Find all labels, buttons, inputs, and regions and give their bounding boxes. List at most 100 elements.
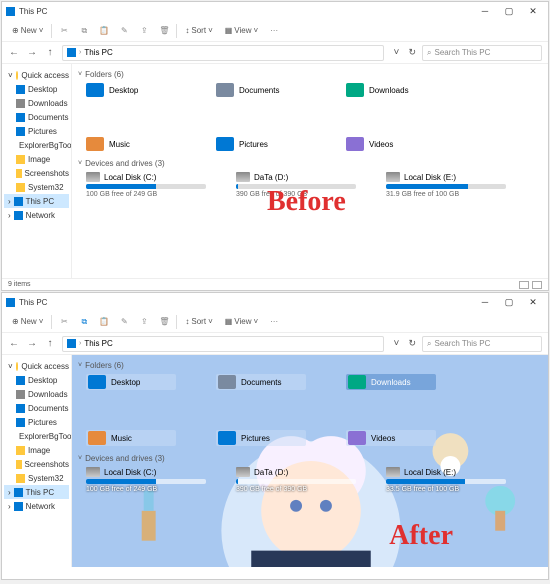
sidebar-item[interactable]: Image [4, 443, 69, 457]
folder-label: Desktop [109, 86, 138, 95]
drive-icon [236, 172, 250, 182]
status-bar: 9 items [2, 278, 548, 290]
section-drives[interactable]: ˅Devices and drives (3) [78, 159, 542, 168]
folder-item[interactable]: Videos [346, 430, 436, 446]
view-button[interactable]: ▦ View ˅ [221, 315, 262, 328]
delete-icon[interactable]: 🗑 [156, 314, 172, 330]
section-drives[interactable]: ˅Devices and drives (3) [78, 454, 542, 463]
section-folders[interactable]: ˅Folders (6) [78, 70, 542, 79]
sidebar-quick-access[interactable]: ˅Quick access [4, 359, 69, 373]
sidebar-quick-access[interactable]: ˅Quick access [4, 68, 69, 82]
close-button[interactable]: ✕ [524, 6, 542, 17]
drive-info: 33.5 GB free of 100 GB [386, 486, 506, 493]
folder-icon [16, 474, 25, 483]
drive-item[interactable]: DaTa (D:)390 GB free of 390 GB [236, 467, 356, 493]
chevron-right-icon: › [79, 49, 81, 56]
view-button[interactable]: ▦ View ˅ [221, 24, 262, 37]
up-button[interactable]: ↑ [44, 338, 56, 349]
folder-item[interactable]: Pictures [216, 430, 306, 446]
cut-icon[interactable]: ✂ [56, 314, 72, 330]
sidebar-item[interactable]: Image [4, 152, 69, 166]
new-button[interactable]: ⊕ New ˅ [8, 315, 47, 328]
dropdown-icon[interactable]: ˅ [390, 47, 402, 58]
up-button[interactable]: ↑ [44, 47, 56, 58]
close-button[interactable]: ✕ [524, 297, 542, 308]
drive-item[interactable]: Local Disk (C:)100 GB free of 249 GB [86, 467, 206, 493]
folder-item[interactable]: Desktop [86, 374, 176, 390]
path-field[interactable]: › This PC [62, 45, 384, 61]
minimize-button[interactable]: ─ [476, 6, 494, 17]
share-icon[interactable]: ⇪ [136, 23, 152, 39]
more-icon[interactable]: ⋯ [266, 314, 282, 330]
back-button[interactable]: ← [8, 338, 20, 349]
search-icon: ⌕ [427, 339, 431, 349]
back-button[interactable]: ← [8, 47, 20, 58]
sidebar-item[interactable]: Desktop [4, 373, 69, 387]
sidebar-item[interactable]: Pictures [4, 415, 69, 429]
folder-item[interactable]: Downloads [346, 374, 436, 390]
drive-item[interactable]: Local Disk (C:)100 GB free of 249 GB [86, 172, 206, 198]
share-icon[interactable]: ⇪ [136, 314, 152, 330]
copy-icon[interactable]: ⧉ [76, 314, 92, 330]
thumbnails-view-icon[interactable] [532, 281, 542, 289]
drive-icon [236, 467, 250, 477]
maximize-button[interactable]: ▢ [500, 297, 518, 308]
drive-item[interactable]: Local Disk (E:)31.9 GB free of 100 GB [386, 172, 506, 198]
minimize-button[interactable]: ─ [476, 297, 494, 308]
sidebar-this-pc[interactable]: ›This PC [4, 194, 69, 208]
maximize-button[interactable]: ▢ [500, 6, 518, 17]
folder-item[interactable]: Downloads [346, 83, 436, 97]
folder-icon [346, 137, 364, 151]
delete-icon[interactable]: 🗑 [156, 23, 172, 39]
paste-icon[interactable]: 📋 [96, 314, 112, 330]
sidebar-network[interactable]: ›Network [4, 208, 69, 222]
sort-button[interactable]: ↕ Sort ˅ [181, 24, 216, 37]
details-view-icon[interactable] [519, 281, 529, 289]
folder-item[interactable]: Music [86, 430, 176, 446]
sidebar-item[interactable]: Desktop [4, 82, 69, 96]
sidebar-item[interactable]: Pictures [4, 124, 69, 138]
section-folders[interactable]: ˅Folders (6) [78, 361, 542, 370]
folder-item[interactable]: Documents [216, 374, 306, 390]
sidebar-this-pc[interactable]: ›This PC [4, 485, 69, 499]
rename-icon[interactable]: ✎ [116, 23, 132, 39]
folder-item[interactable]: Videos [346, 137, 436, 151]
content-pane: ˅Folders (6) Desktop Documents Downloads Mu… [72, 64, 548, 278]
sidebar-item[interactable]: Documents [4, 401, 69, 415]
sidebar-item[interactable]: ExplorerBgTool [4, 138, 69, 152]
sidebar-item[interactable]: Screenshots [4, 457, 69, 471]
sidebar-item[interactable]: Downloads [4, 387, 69, 401]
sort-button[interactable]: ↕ Sort ˅ [181, 315, 216, 328]
folder-item[interactable]: Desktop [86, 83, 176, 97]
folder-item[interactable]: Documents [216, 83, 306, 97]
sidebar-item[interactable]: System32 [4, 180, 69, 194]
refresh-button[interactable]: ↻ [408, 47, 416, 58]
copy-icon[interactable]: ⧉ [76, 23, 92, 39]
new-button[interactable]: ⊕ New ˅ [8, 24, 47, 37]
drive-item[interactable]: Local Disk (E:)33.5 GB free of 100 GB [386, 467, 506, 493]
cut-icon[interactable]: ✂ [56, 23, 72, 39]
folder-item[interactable]: Music [86, 137, 176, 151]
search-input[interactable]: ⌕ Search This PC [422, 45, 542, 61]
forward-button[interactable]: → [26, 47, 38, 58]
folder-item[interactable]: Pictures [216, 137, 306, 151]
path-segment[interactable]: This PC [84, 48, 112, 57]
path-field[interactable]: › This PC [62, 336, 384, 352]
pc-icon [14, 197, 23, 206]
sidebar-item[interactable]: System32 [4, 471, 69, 485]
sidebar-item[interactable]: ExplorerBgTool [4, 429, 69, 443]
sidebar-item[interactable]: Documents [4, 110, 69, 124]
sidebar-item[interactable]: Screenshots [4, 166, 69, 180]
path-segment[interactable]: This PC [84, 339, 112, 348]
search-input[interactable]: ⌕ Search This PC [422, 336, 542, 352]
sidebar-network[interactable]: ›Network [4, 499, 69, 513]
sidebar-item[interactable]: Downloads [4, 96, 69, 110]
paste-icon[interactable]: 📋 [96, 23, 112, 39]
more-icon[interactable]: ⋯ [266, 23, 282, 39]
rename-icon[interactable]: ✎ [116, 314, 132, 330]
folder-icon [348, 375, 366, 389]
drive-icon [386, 467, 400, 477]
dropdown-icon[interactable]: ˅ [390, 338, 402, 349]
refresh-button[interactable]: ↻ [408, 338, 416, 349]
forward-button[interactable]: → [26, 338, 38, 349]
